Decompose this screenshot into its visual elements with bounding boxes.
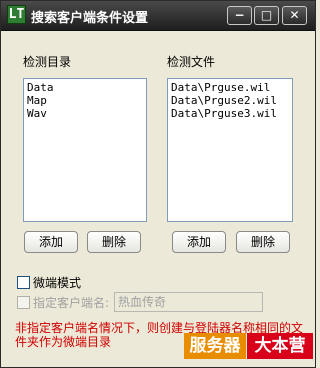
dirs-delete-button[interactable]: 删除 [87,231,141,253]
watermark-left: 服务器 [184,333,246,359]
dirs-listbox[interactable]: Data Map Wav [23,78,147,222]
dirs-label: 检测目录 [23,55,72,69]
files-delete-button[interactable]: 删除 [236,231,290,253]
list-item[interactable]: Data [27,81,143,94]
files-listbox[interactable]: Data\Prguse.wil Data\Prguse2.wil Data\Pr… [167,78,293,222]
list-item[interactable]: Data\Prguse2.wil [171,94,289,107]
files-label: 检测文件 [167,55,216,69]
settings-window: LT 搜索客户端条件设置 − □ ✕ 检测目录 Data Map Wav 添加 … [0,0,316,368]
list-item[interactable]: Data\Prguse3.wil [171,107,289,120]
files-add-button[interactable]: 添加 [172,231,226,253]
list-item[interactable]: Map [27,94,143,107]
window-title: 搜索客户端条件设置 [31,11,149,26]
dirs-add-button[interactable]: 添加 [24,231,78,253]
app-icon: LT [7,5,26,24]
minimize-button[interactable]: − [227,6,252,25]
title-bar[interactable]: LT 搜索客户端条件设置 − □ ✕ [1,1,315,31]
client-name-checkbox[interactable] [17,296,30,309]
micro-mode-checkbox[interactable] [17,276,30,289]
client-name-label: 指定客户端名: [33,296,110,310]
list-item[interactable]: Data\Prguse.wil [171,81,289,94]
list-item[interactable]: Wav [27,107,143,120]
maximize-button[interactable]: □ [254,6,279,25]
close-button[interactable]: ✕ [282,6,307,25]
client-name-input[interactable]: 热血传奇 [114,292,263,312]
micro-mode-label[interactable]: 微端模式 [33,274,81,291]
watermark-right: 大本营 [247,333,313,359]
